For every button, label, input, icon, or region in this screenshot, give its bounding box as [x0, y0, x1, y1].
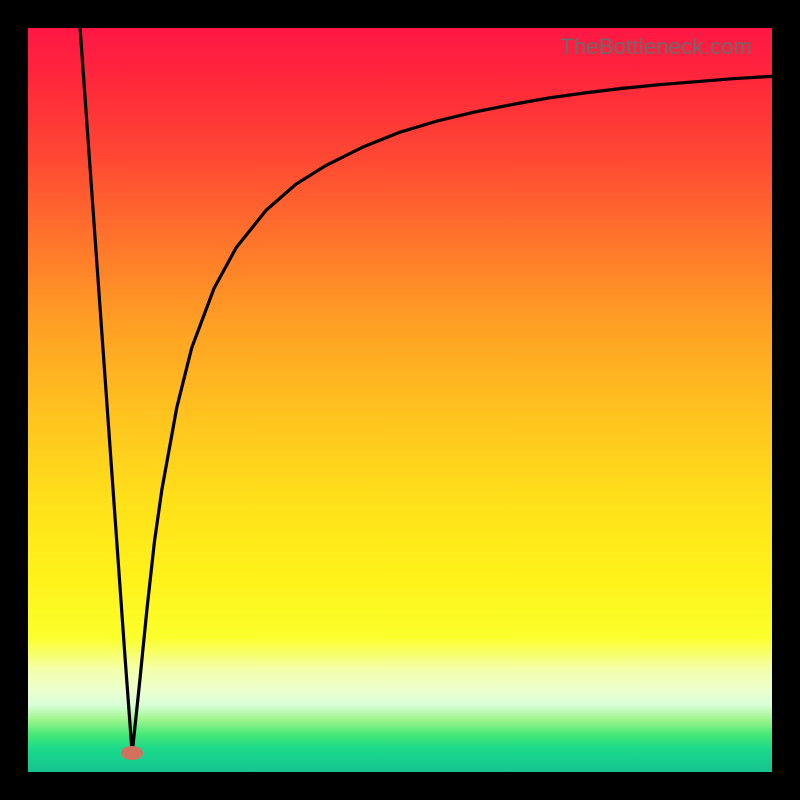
- chart-svg: [28, 28, 772, 772]
- plot-area: TheBottleneck.com: [28, 28, 772, 772]
- chart-frame: TheBottleneck.com: [0, 0, 800, 800]
- bottleneck-curve: [80, 28, 772, 753]
